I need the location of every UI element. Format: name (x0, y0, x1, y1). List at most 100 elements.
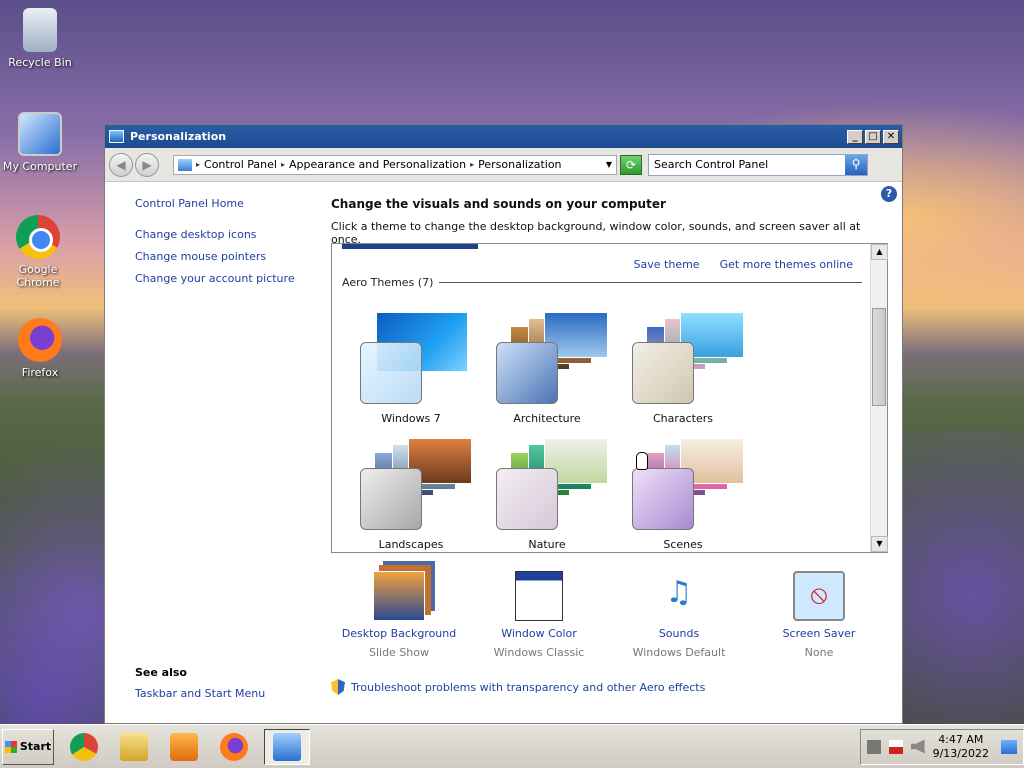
chrome-icon (70, 732, 98, 761)
clock-date: 9/13/2022 (932, 746, 989, 760)
theme-color-swatch (496, 342, 558, 404)
forward-button[interactable]: ▶ (135, 152, 159, 177)
maximize-button[interactable]: □ (865, 129, 881, 144)
taskbar-start-menu-link[interactable]: Taskbar and Start Menu (135, 687, 265, 700)
setting-subtitle: None (804, 646, 834, 659)
theme-label: Characters (652, 412, 714, 425)
search-input[interactable]: Search Control Panel ⚲ (648, 153, 868, 176)
theme-color-swatch (360, 468, 422, 530)
theme-landscapes[interactable]: Landscapes (346, 432, 476, 552)
minimize-button[interactable]: _ (847, 129, 863, 144)
taskbar-file-explorer[interactable] (114, 729, 154, 765)
setting-title: Screen Saver (782, 627, 856, 640)
theme-label: Windows 7 (381, 412, 441, 425)
chevron-down-icon[interactable]: ▼ (606, 160, 612, 169)
setting-title: Sounds (658, 627, 700, 640)
address-bar: ◀ ▶ ▸ Control Panel ▸ Appearance and Per… (105, 148, 902, 182)
network-icon[interactable] (866, 739, 881, 754)
windows-logo-icon (4, 740, 17, 753)
troubleshoot-row: Troubleshoot problems with transparency … (331, 679, 705, 695)
chrome-icon (16, 215, 60, 259)
breadcrumb-item[interactable]: Control Panel (204, 158, 277, 171)
scroll-thumb[interactable] (872, 308, 886, 406)
breadcrumb[interactable]: ▸ Control Panel ▸ Appearance and Persona… (173, 154, 617, 175)
taskbar-personalization[interactable] (264, 728, 310, 765)
theme-color-swatch (632, 468, 694, 530)
theme-color-swatch (360, 342, 422, 404)
action-center-icon[interactable] (888, 739, 903, 754)
personalization-window: Personalization _ □ ✕ ◀ ▶ ▸ Control Pane… (104, 124, 903, 724)
close-button[interactable]: ✕ (883, 129, 899, 144)
desktop-icon-google-chrome[interactable]: Google Chrome (0, 215, 78, 289)
theme-group-header: Aero Themes (7) (342, 276, 862, 289)
see-also-heading: See also (135, 666, 187, 679)
screen-saver-icon: ⦸ (793, 571, 845, 621)
firefox-icon (220, 732, 248, 761)
sounds-setting[interactable]: ♫ Sounds Windows Default (611, 571, 747, 659)
breadcrumb-item[interactable]: Appearance and Personalization (289, 158, 466, 171)
theme-label: Landscapes (378, 538, 444, 551)
theme-color-swatch (496, 468, 558, 530)
search-placeholder: Search Control Panel (654, 158, 769, 171)
theme-characters[interactable]: Characters (618, 306, 748, 426)
setting-subtitle: Windows Classic (493, 646, 585, 659)
change-account-picture-link[interactable]: Change your account picture (135, 272, 325, 285)
taskbar-chrome[interactable] (64, 729, 104, 765)
setting-title: Desktop Background (341, 627, 457, 640)
show-desktop-button[interactable] (1001, 739, 1017, 754)
page-title: Change the visuals and sounds on your co… (331, 197, 666, 211)
desktop-icon-label: My Computer (2, 160, 78, 173)
chevron-right-icon[interactable]: ▸ (470, 160, 474, 169)
volume-icon[interactable] (910, 739, 925, 754)
theme-scenes[interactable]: Scenes (618, 432, 748, 552)
save-theme-link[interactable]: Save theme (634, 258, 700, 271)
desktop-icon-recycle-bin[interactable]: Recycle Bin (0, 8, 80, 69)
setting-title: Window Color (501, 627, 577, 640)
start-button[interactable]: Start (2, 728, 54, 765)
see-also-section: See also Taskbar and Start Menu (135, 666, 265, 700)
search-icon[interactable]: ⚲ (845, 154, 867, 175)
theme-list-scrollbar[interactable]: ▲ ▼ (870, 244, 888, 552)
clock[interactable]: 4:47 AM 9/13/2022 (933, 733, 989, 761)
firefox-icon (18, 318, 62, 362)
chevron-right-icon[interactable]: ▸ (196, 160, 200, 169)
theme-windows-7[interactable]: Windows 7 (346, 306, 476, 426)
desktop-icon-label: Google Chrome (16, 263, 60, 289)
group-divider (439, 282, 862, 283)
change-mouse-pointers-link[interactable]: Change mouse pointers (135, 250, 325, 263)
theme-nature[interactable]: Nature (482, 432, 612, 552)
left-pane: Control Panel Home Change desktop icons … (135, 197, 325, 294)
theme-settings-row: Desktop Background Slide Show Window Col… (331, 571, 891, 671)
taskbar: Start 4:47 AM 9/13/2022 (0, 724, 1024, 768)
control-panel-icon (178, 158, 192, 171)
screen-saver-setting[interactable]: ⦸ Screen Saver None (751, 571, 887, 659)
back-button[interactable]: ◀ (109, 152, 133, 177)
desktop-background-setting[interactable]: Desktop Background Slide Show (331, 571, 467, 659)
chevron-right-icon[interactable]: ▸ (281, 160, 285, 169)
recycle-bin-icon (23, 8, 57, 52)
breadcrumb-item[interactable]: Personalization (478, 158, 561, 171)
uac-shield-icon (331, 679, 345, 695)
window-color-icon (515, 571, 563, 621)
clock-time: 4:47 AM (938, 732, 984, 746)
scroll-up-arrow-icon[interactable]: ▲ (871, 244, 888, 260)
change-desktop-icons-link[interactable]: Change desktop icons (135, 228, 325, 241)
desktop-icon-firefox[interactable]: Firefox (0, 318, 80, 379)
scroll-down-arrow-icon[interactable]: ▼ (871, 536, 888, 552)
personalization-icon (109, 130, 124, 143)
personalization-icon (273, 732, 301, 761)
window-color-setting[interactable]: Window Color Windows Classic (471, 571, 607, 659)
taskbar-media-player[interactable] (164, 729, 204, 765)
main-content: Change the visuals and sounds on your co… (331, 197, 891, 553)
taskbar-firefox[interactable] (214, 729, 254, 765)
refresh-button[interactable]: ⟳ (620, 154, 642, 175)
hand-cursor-icon (636, 452, 648, 470)
get-more-themes-link[interactable]: Get more themes online (720, 258, 853, 271)
theme-label: Nature (528, 538, 566, 551)
title-bar[interactable]: Personalization _ □ ✕ (105, 125, 902, 148)
desktop-icon-my-computer[interactable]: My Computer (0, 112, 80, 173)
control-panel-home-link[interactable]: Control Panel Home (135, 197, 325, 210)
theme-architecture[interactable]: Architecture (482, 306, 612, 426)
window-title: Personalization (130, 130, 227, 143)
troubleshoot-aero-link[interactable]: Troubleshoot problems with transparency … (351, 681, 705, 694)
